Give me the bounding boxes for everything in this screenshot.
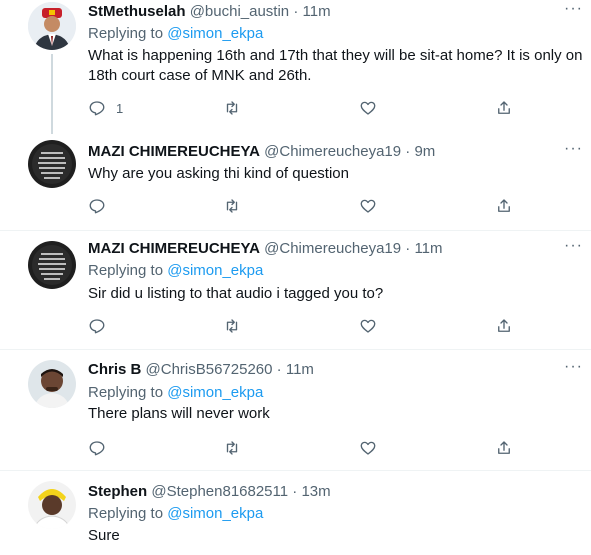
timestamp[interactable]: 9m	[414, 143, 435, 160]
replying-to-label: Replying to	[88, 262, 164, 279]
timestamp[interactable]: 13m	[301, 483, 330, 500]
separator: ·	[276, 361, 282, 378]
avatar-image	[28, 241, 76, 289]
more-icon[interactable]: ···	[564, 0, 583, 18]
tweet-text: Sure	[88, 527, 120, 544]
avatar-image	[28, 140, 76, 188]
timestamp[interactable]: 11m	[286, 361, 314, 378]
more-icon[interactable]: ···	[564, 358, 583, 376]
username[interactable]: @buchi_austin	[190, 3, 289, 20]
share-button[interactable]	[495, 196, 513, 216]
tweet-text: Sir did u listing to that audio i tagged…	[88, 285, 384, 302]
tweet-header: MAZI CHIMEREUCHEYA @Chimereucheya19 · 11…	[88, 239, 443, 259]
avatar[interactable]	[28, 360, 76, 408]
separator: ·	[405, 240, 411, 257]
mention-link[interactable]: @simon_ekpa	[167, 262, 263, 279]
like-button[interactable]	[359, 438, 377, 458]
tweet-5[interactable]: Stephen @Stephen81682511 · 13m Replying …	[0, 471, 591, 555]
timestamp[interactable]: 11m	[303, 3, 331, 20]
replying-to: Replying to @simon_ekpa	[88, 504, 263, 524]
tweet-4[interactable]: Chris B @ChrisB56725260 · 11m ··· Replyi…	[0, 350, 591, 470]
avatar[interactable]	[28, 2, 76, 50]
like-button[interactable]	[359, 316, 377, 336]
tweet-header: Chris B @ChrisB56725260 · 11m	[88, 360, 314, 380]
tweet-text: What is happening 16th and 17th that the…	[88, 47, 583, 84]
retweet-button[interactable]	[223, 98, 241, 118]
replying-to-label: Replying to	[88, 384, 164, 401]
retweet-button[interactable]	[223, 316, 241, 336]
replying-to-label: Replying to	[88, 505, 164, 522]
like-icon	[360, 199, 376, 213]
like-icon	[360, 441, 376, 455]
avatar-image	[28, 360, 76, 408]
username[interactable]: @Chimereucheya19	[264, 240, 401, 257]
separator: ·	[405, 143, 411, 160]
share-icon	[498, 319, 510, 332]
reply-button[interactable]: 1	[88, 98, 123, 118]
share-button[interactable]	[495, 316, 513, 336]
reply-icon	[89, 199, 105, 214]
share-icon	[498, 101, 510, 114]
timestamp[interactable]: 11m	[414, 240, 442, 257]
retweet-button[interactable]	[223, 438, 241, 458]
share-icon	[498, 441, 510, 454]
avatar[interactable]	[28, 481, 76, 529]
username[interactable]: @ChrisB56725260	[146, 361, 273, 378]
separator: ·	[293, 3, 299, 20]
retweet-icon	[226, 319, 238, 333]
share-icon	[498, 199, 510, 212]
mention-link[interactable]: @simon_ekpa	[167, 505, 263, 522]
mention-link[interactable]: @simon_ekpa	[167, 25, 263, 42]
like-button[interactable]	[359, 98, 377, 118]
retweet-icon	[226, 441, 238, 455]
reply-button[interactable]	[88, 438, 106, 458]
replying-to-label: Replying to	[88, 25, 164, 42]
tweet-header: StMethuselah @buchi_austin · 11m	[88, 2, 331, 22]
display-name[interactable]: Stephen	[88, 483, 147, 500]
avatar[interactable]	[28, 140, 76, 188]
replying-to: Replying to @simon_ekpa	[88, 261, 263, 281]
display-name[interactable]: Chris B	[88, 361, 141, 378]
avatar-image	[28, 2, 76, 50]
tweet-header: Stephen @Stephen81682511 · 13m	[88, 482, 331, 502]
display-name[interactable]: MAZI CHIMEREUCHEYA	[88, 143, 260, 160]
tweet-header: MAZI CHIMEREUCHEYA @Chimereucheya19 · 9m	[88, 142, 435, 162]
reply-icon	[89, 319, 105, 334]
tweet-3[interactable]: MAZI CHIMEREUCHEYA @Chimereucheya19 · 11…	[0, 231, 591, 349]
share-button[interactable]	[495, 98, 513, 118]
avatar[interactable]	[28, 241, 76, 289]
reply-button[interactable]	[88, 196, 106, 216]
retweet-icon	[226, 101, 238, 115]
username[interactable]: @Stephen81682511	[151, 483, 288, 500]
retweet-button[interactable]	[223, 196, 241, 216]
username[interactable]: @Chimereucheya19	[264, 143, 401, 160]
replying-to: Replying to @simon_ekpa	[88, 383, 263, 403]
reply-icon	[89, 441, 105, 456]
share-button[interactable]	[495, 438, 513, 458]
like-icon	[360, 319, 376, 333]
thread-line	[51, 54, 53, 134]
tweet-text: There plans will never work	[88, 405, 270, 422]
replying-to: Replying to @simon_ekpa	[88, 24, 263, 44]
retweet-icon	[226, 199, 238, 213]
mention-link[interactable]: @simon_ekpa	[167, 384, 263, 401]
avatar-image	[28, 481, 76, 529]
tweet-2[interactable]: MAZI CHIMEREUCHEYA @Chimereucheya19 · 9m…	[0, 134, 591, 230]
like-button[interactable]	[359, 196, 377, 216]
more-icon[interactable]: ···	[564, 237, 583, 255]
like-icon	[360, 101, 376, 115]
tweet-text: Why are you asking thi kind of question	[88, 165, 349, 182]
reply-count: 1	[116, 100, 124, 116]
separator: ·	[292, 483, 298, 500]
display-name[interactable]: StMethuselah	[88, 3, 186, 20]
reply-button[interactable]	[88, 316, 106, 336]
tweet-1[interactable]: StMethuselah @buchi_austin · 11m ··· Rep…	[0, 0, 591, 134]
more-icon[interactable]: ···	[564, 140, 583, 158]
reply-icon	[89, 101, 105, 116]
display-name[interactable]: MAZI CHIMEREUCHEYA	[88, 240, 260, 257]
